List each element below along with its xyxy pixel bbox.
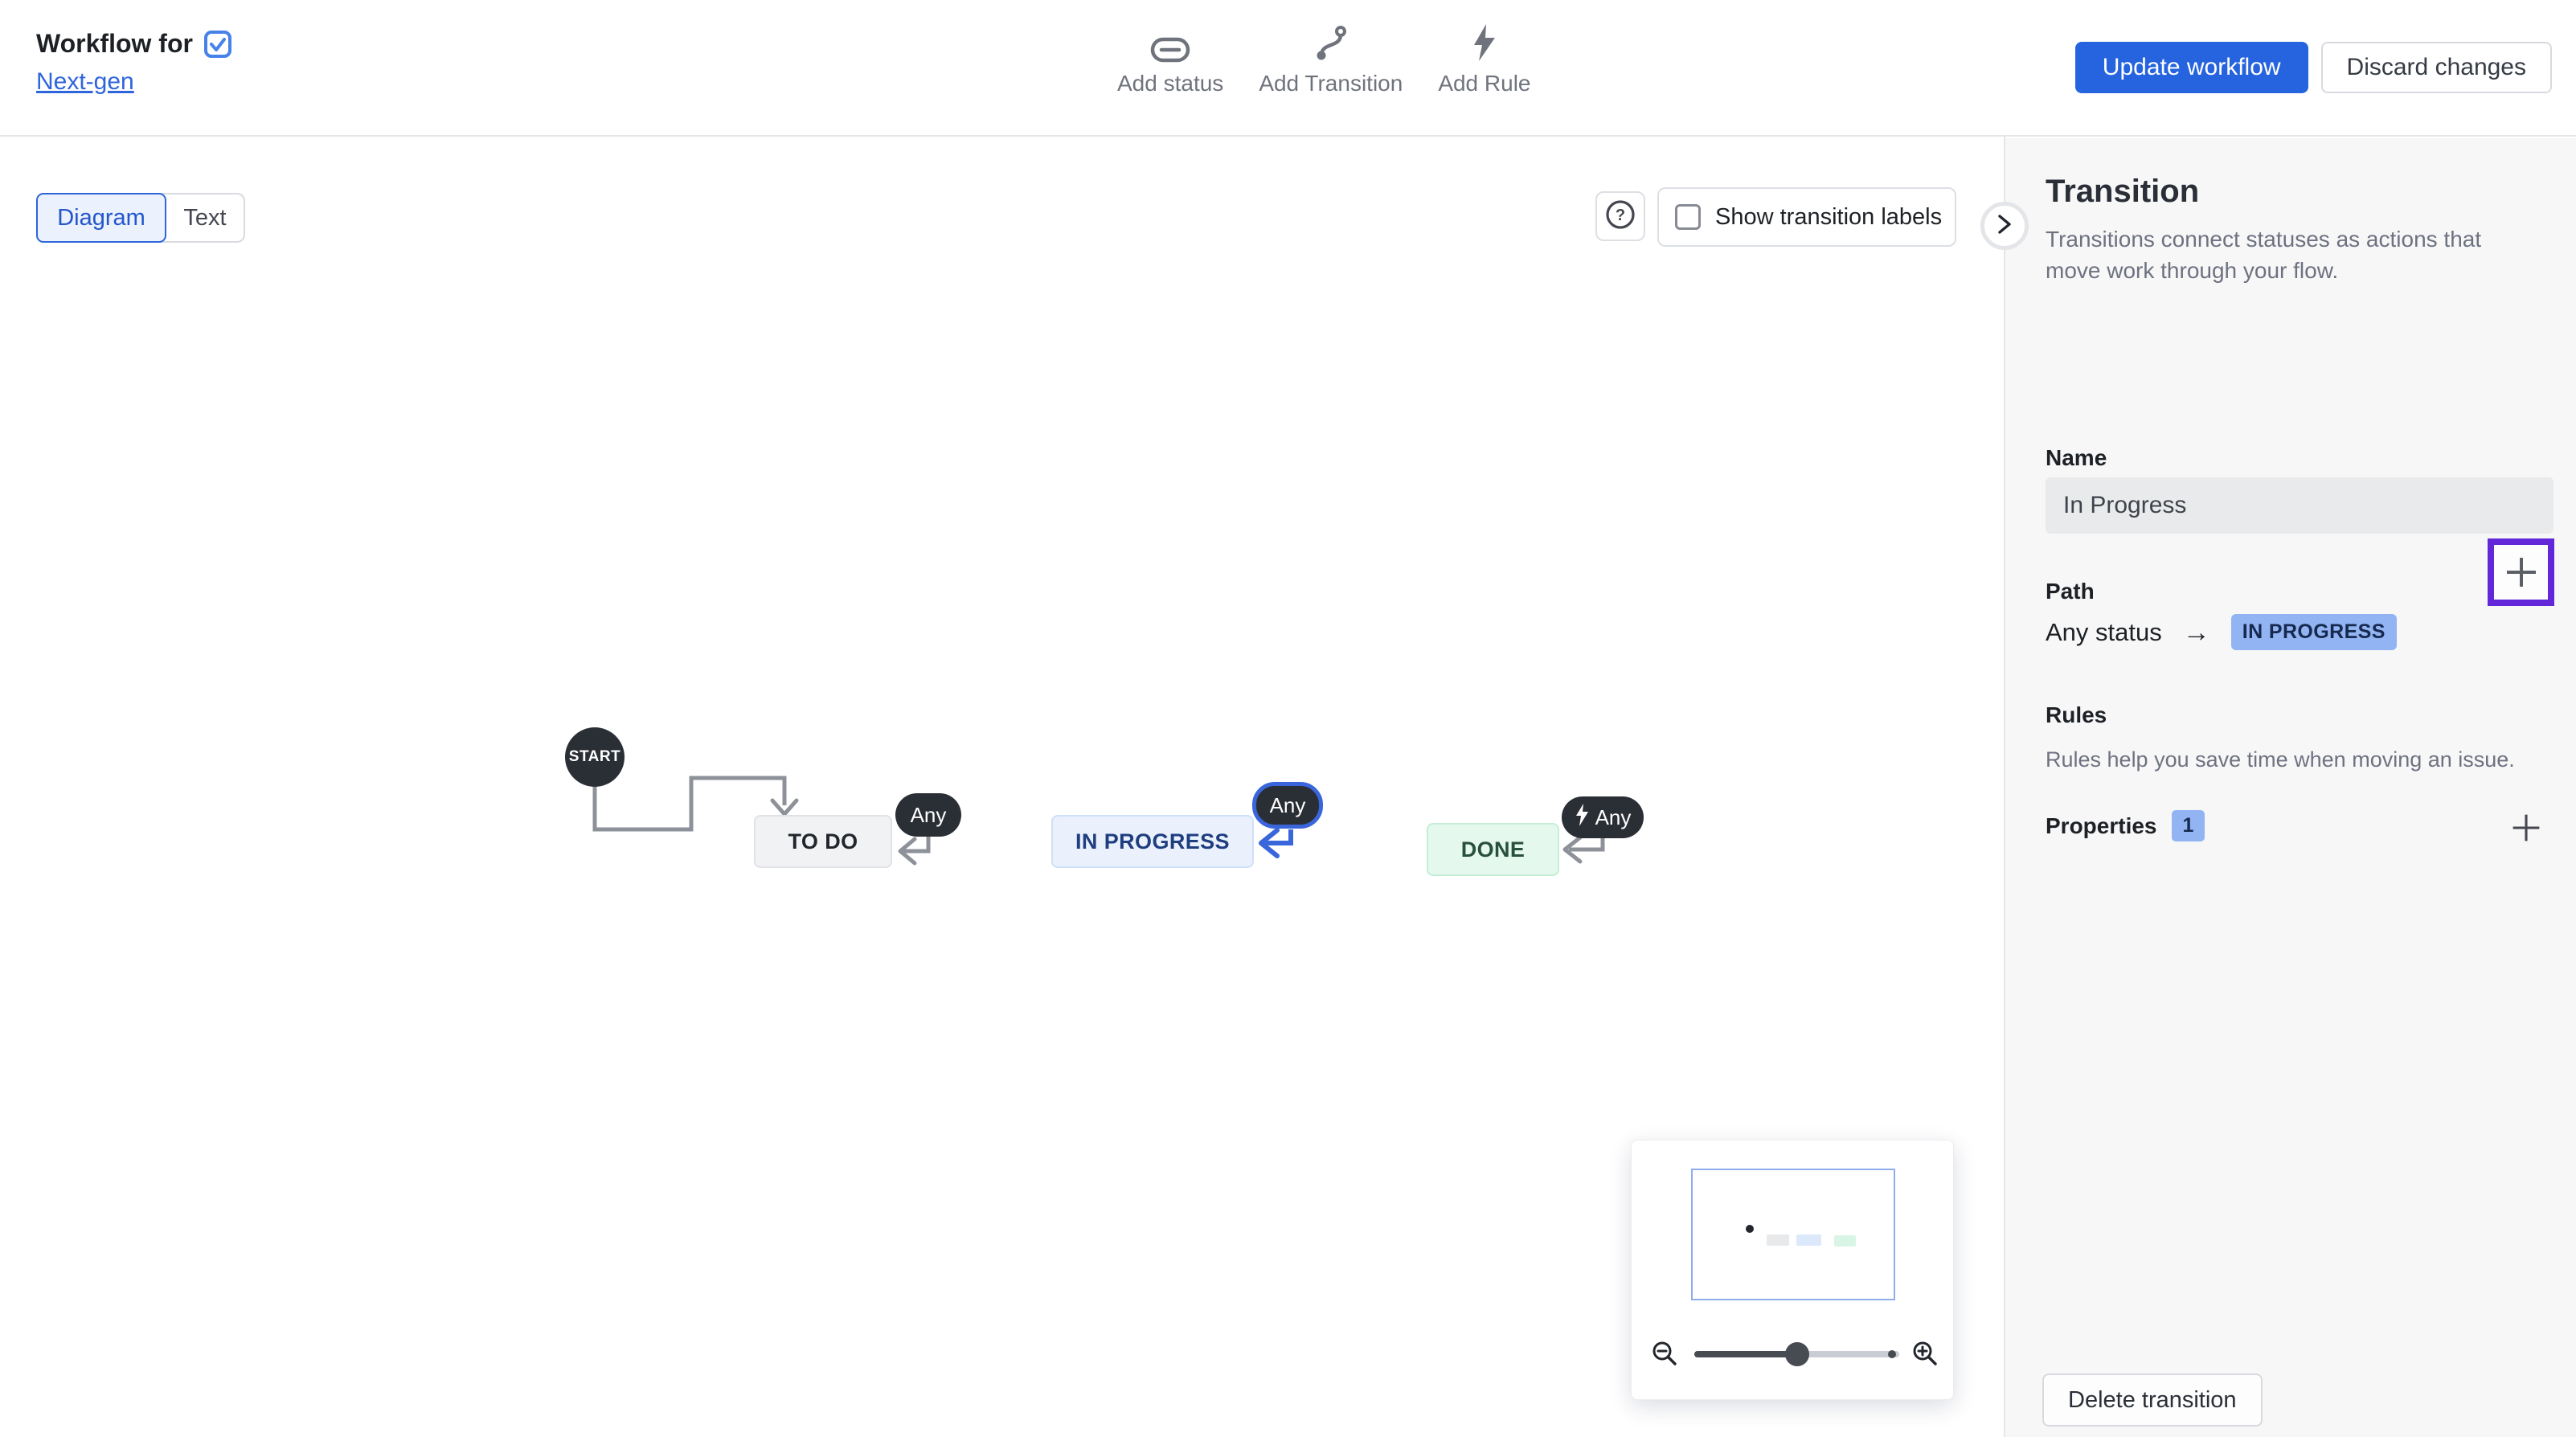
workflow-editor: Workflow for Next-gen Add sta [0,0,2576,1437]
tab-text[interactable]: Text [166,194,244,241]
plus-icon [2504,555,2539,590]
add-transition-label: Add Transition [1259,71,1403,96]
lightning-bolt-icon [1471,21,1498,63]
add-transition-button[interactable]: Add Transition [1259,21,1403,96]
zoom-slider[interactable] [1694,1351,1899,1357]
panel-description: Transitions connect statuses as actions … [2046,223,2528,286]
update-workflow-button[interactable]: Update workflow [2075,42,2308,93]
add-property-plus-button[interactable] [2510,812,2542,844]
help-button[interactable]: ? [1595,191,1645,241]
node-to-do[interactable]: TO DO [754,815,892,868]
name-field-label: Name [2046,445,2107,471]
properties-count-badge: 1 [2172,810,2205,841]
properties-section-label: Properties [2046,813,2157,839]
path-section-label: Path [2046,579,2095,604]
minimap-inprogress-rect [1796,1234,1821,1246]
zoom-slider-thumb[interactable] [1785,1342,1809,1366]
transition-detail-panel: Transition Transitions connect statuses … [2005,138,2576,1437]
minimap-start-dot [1746,1225,1754,1233]
add-status-label: Add status [1117,71,1223,96]
svg-text:?: ? [1616,207,1625,224]
minimap-panel [1631,1140,1954,1400]
node-start[interactable]: START [565,727,625,787]
transition-pill-any-done[interactable]: Any [1562,796,1644,838]
zoom-out-button[interactable] [1651,1340,1680,1369]
path-target-badge: IN PROGRESS [2231,614,2397,650]
view-mode-toggle: Diagram Text [36,193,245,243]
question-mark-icon: ? [1604,199,1636,235]
zoom-in-icon [1911,1340,1940,1369]
add-rule-label: Add Rule [1438,71,1530,96]
minimap-todo-rect [1767,1234,1789,1246]
status-pill-icon [1150,21,1190,63]
transition-pill-any-todo[interactable]: Any [895,793,961,837]
transition-curve-icon [1314,21,1348,63]
rules-section-label: Rules [2046,702,2107,728]
workflow-title-block: Workflow for Next-gen [36,29,231,96]
path-row: Any status → IN PROGRESS [2046,614,2397,650]
path-from-status: Any status [2046,618,2162,647]
node-done[interactable]: DONE [1427,823,1559,876]
delete-transition-button[interactable]: Delete transition [2042,1374,2263,1427]
node-in-progress[interactable]: IN PROGRESS [1051,815,1254,868]
zoom-in-button[interactable] [1911,1340,1940,1369]
discard-changes-button[interactable]: Discard changes [2321,42,2552,93]
page-title: Workflow for [36,29,193,59]
rules-description: Rules help you save time when moving an … [2046,747,2515,772]
show-transition-labels-toggle[interactable]: Show transition labels [1657,187,1956,247]
workflow-name-link[interactable]: Next-gen [36,68,134,96]
transition-pill-label: Any [1270,793,1306,818]
header-actions: Update workflow Discard changes [2075,42,2552,93]
panel-divider [2004,137,2005,1437]
arrow-right-icon: → [2183,619,2210,646]
minimap-done-rect [1834,1235,1856,1247]
transition-pill-any-inprogress-selected[interactable]: Any [1252,782,1323,829]
checked-checkbox-icon [204,31,231,58]
transition-name-input[interactable] [2046,477,2553,534]
chevron-right-icon [1995,212,2014,240]
zoom-slider-fill [1694,1351,1797,1357]
add-rule-button[interactable]: Add Rule [1438,21,1530,96]
transition-pill-label: Any [911,803,947,828]
minimap-viewport[interactable] [1691,1169,1895,1300]
collapse-panel-button[interactable] [1980,202,2029,250]
add-status-button[interactable]: Add status [1117,21,1223,96]
transition-labels-label: Show transition labels [1715,204,1942,231]
zoom-slider-marker [1888,1350,1896,1358]
zoom-out-icon [1651,1340,1680,1369]
transition-pill-label: Any [1595,805,1632,830]
panel-title: Transition [2046,174,2199,210]
diagram-toolbar: Add status Add Transition [1117,21,1531,96]
properties-row: Properties 1 [2046,810,2205,841]
plus-icon [2510,812,2542,844]
add-rule-plus-button[interactable] [2488,538,2554,606]
tab-diagram[interactable]: Diagram [36,193,166,243]
transition-labels-checkbox[interactable] [1675,204,1701,230]
rule-lightning-icon [1575,803,1589,833]
top-header: Workflow for Next-gen Add sta [0,0,2576,137]
